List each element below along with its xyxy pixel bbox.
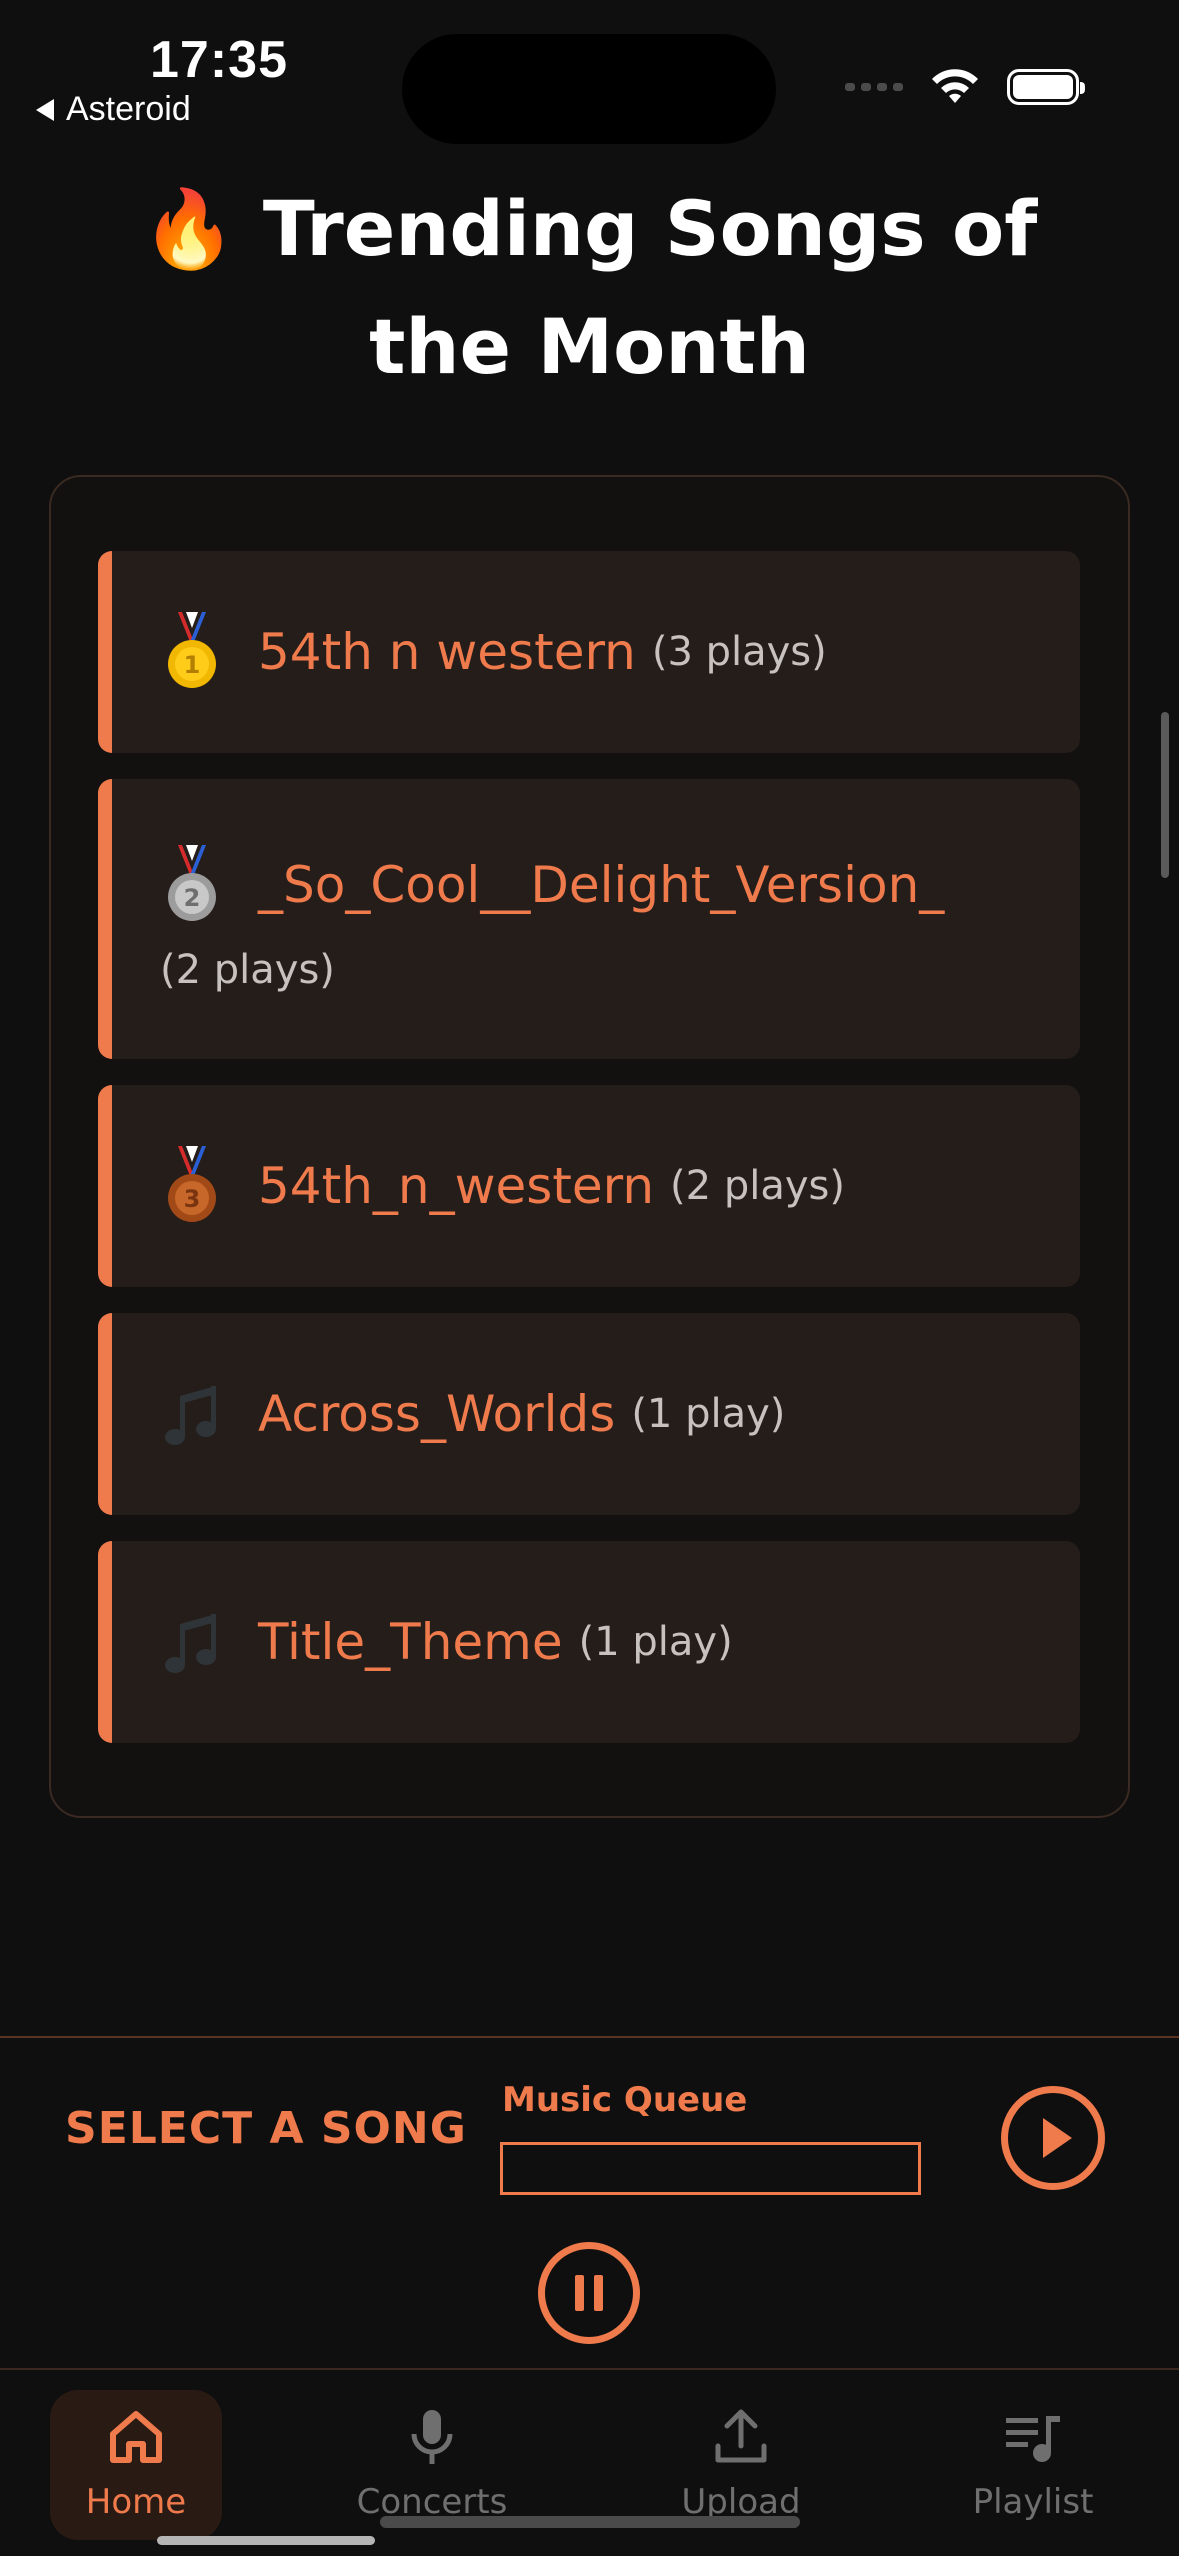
battery-icon xyxy=(1007,69,1085,105)
svg-text:1: 1 xyxy=(184,651,201,679)
microphone-icon xyxy=(411,2410,453,2464)
music-notes-icon xyxy=(165,1614,216,1673)
wifi-icon xyxy=(932,69,978,103)
song-item[interactable]: Across_Worlds (1 play) xyxy=(98,1313,1080,1515)
song-plays: (3 plays) xyxy=(651,629,827,675)
pause-icon xyxy=(575,2275,603,2311)
fire-icon: 🔥 xyxy=(141,184,237,273)
playlist-icon xyxy=(1006,2416,1060,2462)
song-item[interactable]: Title_Theme (1 play) xyxy=(98,1541,1080,1743)
now-playing-label: SELECT A SONG xyxy=(65,2103,467,2154)
scrollbar[interactable] xyxy=(1161,712,1169,878)
tab-label: Playlist xyxy=(972,2482,1094,2522)
upload-icon xyxy=(715,2409,767,2463)
song-title: 54th_n_western xyxy=(258,1157,655,1215)
back-arrow-icon xyxy=(36,98,54,121)
svg-text:2: 2 xyxy=(184,884,201,912)
song-plays: (2 plays) xyxy=(670,1163,845,1209)
play-button[interactable] xyxy=(1001,2086,1105,2190)
back-app-label: Asteroid xyxy=(66,90,191,128)
home-icon xyxy=(110,2411,162,2463)
nav-divider xyxy=(0,2368,1179,2370)
home-indicator[interactable] xyxy=(157,2536,375,2545)
pause-button[interactable] xyxy=(538,2242,640,2344)
gold-medal-icon: 1 xyxy=(168,612,216,688)
tab-home[interactable]: Home xyxy=(50,2390,222,2540)
tab-playlist[interactable]: Playlist xyxy=(947,2390,1119,2540)
tab-label: Home xyxy=(85,2482,187,2522)
song-plays: (2 plays) xyxy=(160,947,335,993)
song-plays: (1 play) xyxy=(578,1619,733,1665)
song-title: Across_Worlds xyxy=(258,1385,616,1443)
song-title: 54th n western xyxy=(258,623,636,681)
song-title: _So_Cool__Delight_Version_ xyxy=(258,856,945,914)
status-time: 17:35 xyxy=(150,31,288,89)
music-queue-field[interactable] xyxy=(500,2142,921,2195)
scroll-bar-horizontal xyxy=(380,2516,800,2528)
dynamic-island xyxy=(402,34,776,144)
song-item[interactable]: 2 _So_Cool__Delight_Version_ (2 plays) xyxy=(98,779,1080,1059)
page-title-text: Trending Songs of the Month xyxy=(262,184,1038,391)
song-plays: (1 play) xyxy=(631,1391,786,1437)
signal-icon xyxy=(845,83,903,91)
page-title: 🔥 Trending Songs of the Month xyxy=(60,170,1119,406)
song-item[interactable]: 3 54th_n_western (2 plays) xyxy=(98,1085,1080,1287)
player-divider xyxy=(0,2036,1179,2038)
back-to-app-link[interactable]: Asteroid xyxy=(36,90,191,129)
bronze-medal-icon: 3 xyxy=(168,1146,216,1222)
music-notes-icon xyxy=(165,1386,216,1445)
music-queue-label: Music Queue xyxy=(502,2080,748,2120)
status-icons xyxy=(845,62,1085,112)
song-title: Title_Theme xyxy=(258,1613,563,1671)
song-item[interactable]: 1 54th n western (3 plays) xyxy=(98,551,1080,753)
play-icon xyxy=(1043,2118,1072,2158)
svg-text:3: 3 xyxy=(184,1185,201,1213)
silver-medal-icon: 2 xyxy=(168,845,216,921)
